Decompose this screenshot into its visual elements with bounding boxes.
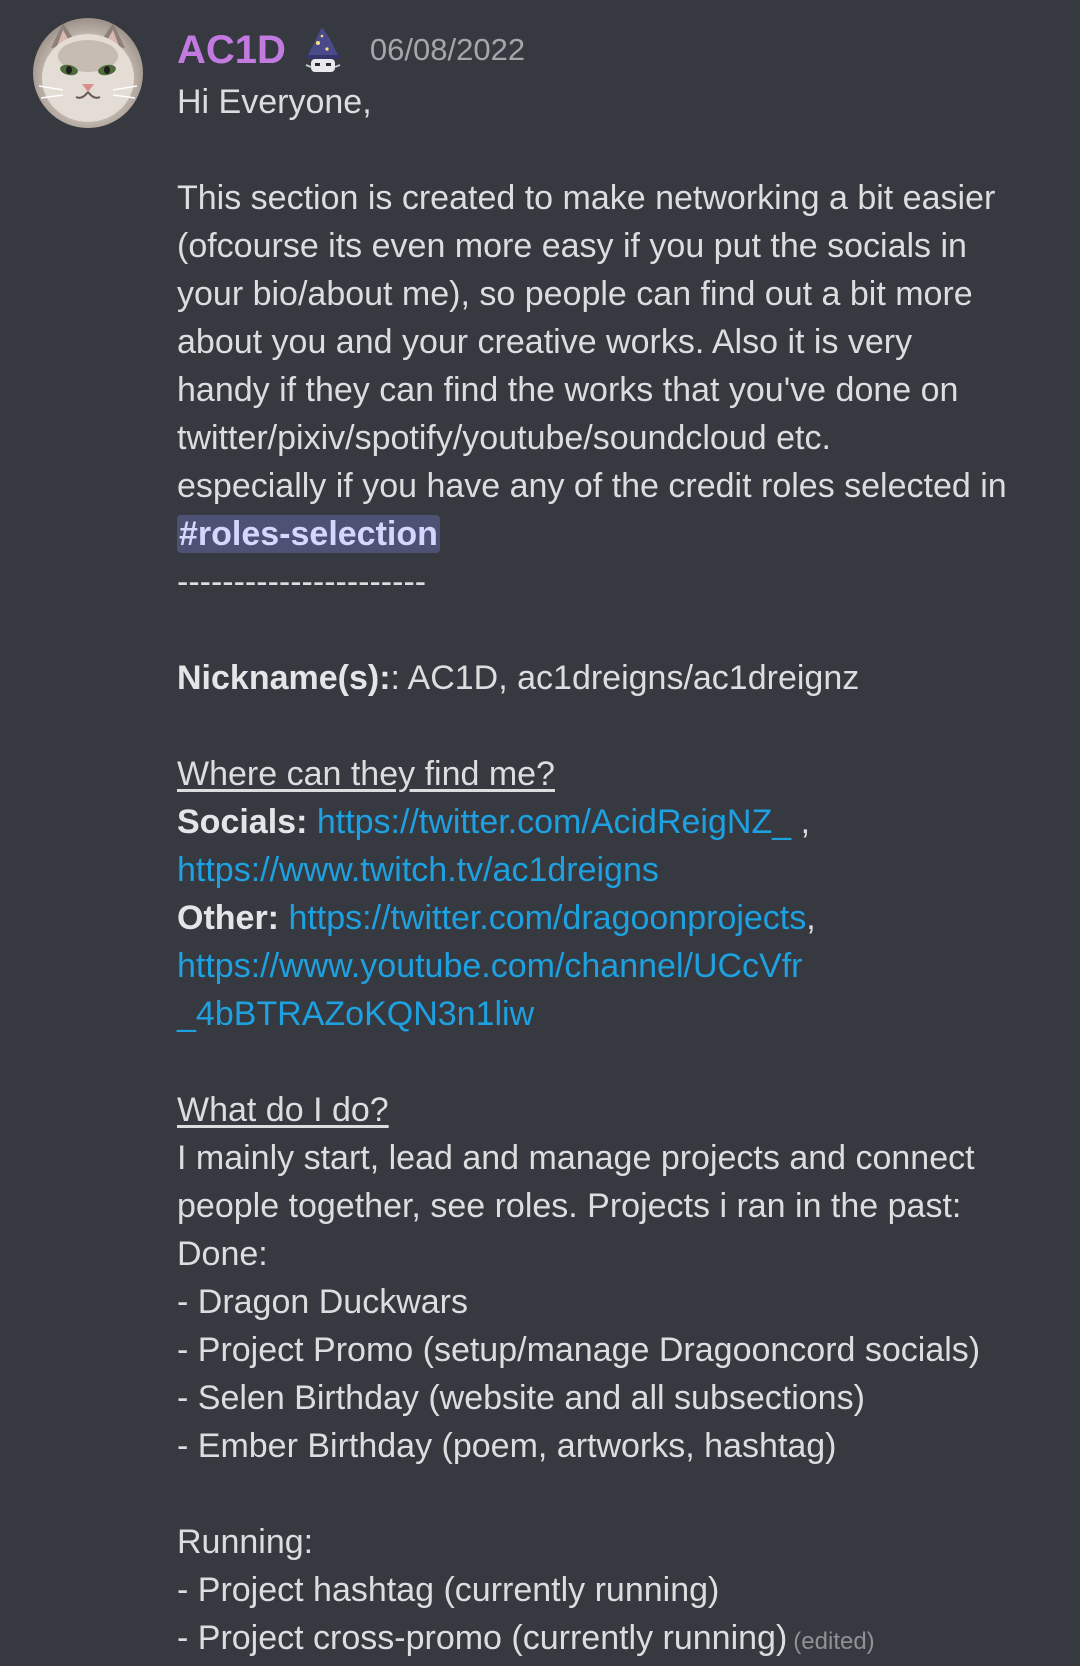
channel-mention-line: #roles-selection	[177, 510, 1057, 558]
intro-line: This section is created to make networki…	[177, 179, 996, 217]
where-heading: Where can they find me?	[177, 755, 555, 793]
intro-line: handy if they can find the works that yo…	[177, 371, 959, 409]
dragoon-twitter-link[interactable]: https://twitter.com/dragoonprojects	[288, 899, 806, 937]
done-label: Done:	[177, 1235, 268, 1273]
youtube-link-continued[interactable]: _4bBTRAZoKQN3n1liw	[177, 995, 534, 1033]
twitter-link[interactable]: https://twitter.com/AcidReigNZ_	[317, 803, 791, 841]
divider-text: ----------------------	[177, 563, 427, 601]
done-item: - Ember Birthday (poem, artworks, hashta…	[177, 1427, 837, 1465]
intro-line: about you and your creative works. Also …	[177, 323, 913, 361]
twitch-link-line: https://www.twitch.tv/ac1dreigns	[177, 846, 1057, 894]
other-line: Other: https://twitter.com/dragoonprojec…	[177, 894, 1057, 942]
cat-avatar-icon[interactable]	[33, 18, 143, 128]
intro-line: especially if you have any of the credit…	[177, 467, 1007, 505]
what-line: I mainly start, lead and manage projects…	[177, 1139, 975, 1177]
nickname-label: Nickname(s):	[177, 659, 391, 697]
link-separator: ,	[806, 899, 816, 937]
message-content: Hi Everyone, This section is created to …	[177, 78, 1057, 1666]
message-timestamp: 06/08/2022	[369, 32, 526, 67]
done-item: - Selen Birthday (website and all subsec…	[177, 1379, 865, 1417]
nickname-line: Nickname(s):: AC1D, ac1dreigns/ac1dreign…	[177, 654, 1057, 702]
what-heading: What do I do?	[177, 1091, 389, 1129]
wizard-role-icon[interactable]	[298, 25, 348, 75]
message-header: AC1D 06/08/2022	[177, 22, 525, 78]
done-item: - Project Promo (setup/manage Dragooncor…	[177, 1331, 981, 1369]
youtube-link-line: _4bBTRAZoKQN3n1liw	[177, 990, 1057, 1038]
edited-label: (edited)	[793, 1628, 875, 1655]
intro-line: twitter/pixiv/spotify/youtube/soundcloud…	[177, 419, 831, 457]
other-label: Other:	[177, 899, 279, 937]
running-item-line: - Project cross-promo (currently running…	[177, 1614, 1057, 1666]
channel-mention[interactable]: #roles-selection	[177, 515, 440, 553]
socials-label: Socials:	[177, 803, 308, 841]
socials-line: Socials: https://twitter.com/AcidReigNZ_…	[177, 798, 1057, 846]
nickname-value: : AC1D, ac1dreigns/ac1dreignz	[390, 659, 860, 697]
twitch-link[interactable]: https://www.twitch.tv/ac1dreigns	[177, 851, 659, 889]
running-label: Running:	[177, 1523, 314, 1561]
link-separator: ,	[791, 803, 811, 841]
intro-line: your bio/about me), so people can find o…	[177, 275, 973, 313]
intro-line: (ofcourse its even more easy if you put …	[177, 227, 967, 265]
youtube-link-line: https://www.youtube.com/channel/UCcVfr	[177, 942, 1057, 990]
what-line: people together, see roles. Projects i r…	[177, 1187, 962, 1225]
running-item: - Project cross-promo (currently running…	[177, 1619, 788, 1657]
author-username[interactable]: AC1D	[177, 22, 286, 78]
chat-message: AC1D 06/08/2022 Hi Everyone, This sectio…	[0, 0, 1080, 1657]
running-item: - Project hashtag (currently running)	[177, 1571, 720, 1609]
done-item: - Dragon Duckwars	[177, 1283, 468, 1321]
greeting-text: Hi Everyone,	[177, 83, 372, 121]
youtube-link[interactable]: https://www.youtube.com/channel/UCcVfr	[177, 947, 803, 985]
